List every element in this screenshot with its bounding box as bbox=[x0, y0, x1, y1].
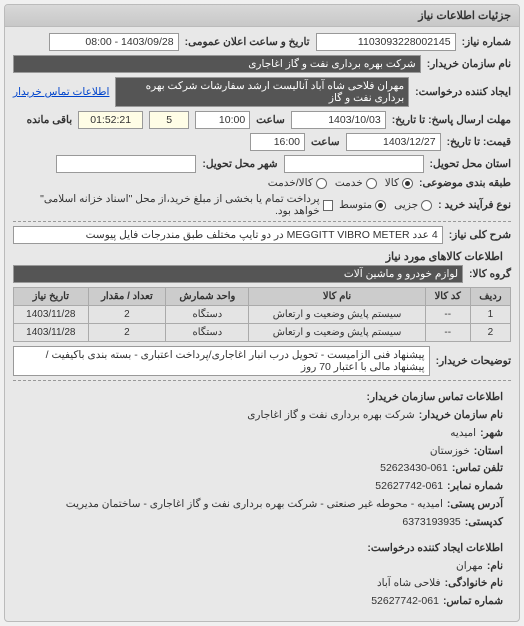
delivery-province-label: استان محل تحویل: bbox=[430, 158, 511, 170]
public-notice-value: 1403/09/28 - 08:00 bbox=[49, 33, 179, 51]
col-row: ردیف bbox=[470, 288, 510, 306]
buyer-notes-label: توضیحات خریدار: bbox=[436, 355, 511, 367]
buyer-name-value: شرکت بهره برداری نفت و گاز اغاجاری bbox=[13, 55, 421, 73]
deadline-date[interactable]: 1403/10/03 bbox=[291, 111, 386, 129]
radio-on-icon bbox=[402, 178, 413, 189]
col-unit: واحد شمارش bbox=[166, 288, 249, 306]
need-summary-label: شرح کلی نیاز: bbox=[449, 229, 511, 241]
requester-contact-title: اطلاعات ایجاد کننده درخواست: bbox=[21, 540, 503, 558]
delivery-city-value bbox=[56, 155, 196, 173]
radio-off-icon bbox=[421, 200, 432, 211]
col-date: تاریخ نیاز bbox=[14, 288, 89, 306]
table-row[interactable]: 2 -- سیستم پایش وضعیت و ارتعاش دستگاه 2 … bbox=[14, 324, 511, 342]
process-type-group: جزیی متوسط bbox=[339, 199, 432, 211]
radio-off-icon bbox=[316, 178, 327, 189]
category-group: کالا خدمت کالا/خدمت bbox=[268, 177, 413, 189]
requester-contact-block: اطلاعات ایجاد کننده درخواست: نام:مهران ن… bbox=[13, 536, 511, 615]
valid-until-time[interactable]: 16:00 bbox=[250, 133, 305, 151]
need-no-value: 1103093228002145 bbox=[316, 33, 456, 51]
valid-until-time-label: ساعت bbox=[311, 136, 340, 148]
radio-partial[interactable]: جزیی bbox=[394, 199, 432, 211]
buyer-name-label: نام سازمان خریدار: bbox=[427, 58, 511, 70]
delivery-province-value bbox=[284, 155, 424, 173]
checkbox-icon bbox=[323, 200, 333, 211]
radio-goods[interactable]: کالا bbox=[385, 177, 413, 189]
requester-label: ایجاد کننده درخواست: bbox=[415, 86, 511, 98]
remaining-time: 01:52:21 bbox=[78, 111, 143, 129]
buyer-contact-block: اطلاعات تماس سازمان خریدار: نام سازمان خ… bbox=[13, 385, 511, 536]
payment-check[interactable]: پرداخت تمام یا بخشی از مبلغ خرید،از محل … bbox=[13, 193, 333, 217]
buyer-contact-title: اطلاعات تماس سازمان خریدار: bbox=[21, 389, 503, 407]
need-no-label: شماره نیاز: bbox=[462, 36, 511, 48]
buyer-contact-button[interactable]: اطلاعات تماس خریدار bbox=[13, 86, 109, 98]
panel-title: جزئیات اطلاعات نیاز bbox=[5, 5, 519, 27]
deadline-label: مهلت ارسال پاسخ: تا تاریخ: bbox=[392, 114, 511, 126]
items-table: ردیف کد کالا نام کالا واحد شمارش تعداد /… bbox=[13, 287, 511, 342]
col-qty: تعداد / مقدار bbox=[88, 288, 166, 306]
category-label: طبقه بندی موضوعی: bbox=[419, 177, 511, 189]
deadline-time-label: ساعت bbox=[256, 114, 285, 126]
radio-off-icon bbox=[366, 178, 377, 189]
radio-medium[interactable]: متوسط bbox=[339, 199, 386, 211]
radio-service[interactable]: خدمت bbox=[335, 177, 377, 189]
goods-group-value: لوازم خودرو و ماشین آلات bbox=[13, 265, 463, 283]
radio-goods-service[interactable]: کالا/خدمت bbox=[268, 177, 327, 189]
buyer-notes-value: پیشنهاد فنی الزامیست - تحویل درب انبار ا… bbox=[13, 346, 430, 376]
valid-until-label: قیمت: تا تاریخ: bbox=[447, 136, 511, 148]
remaining-days: 5 bbox=[149, 111, 189, 129]
need-summary-value: 4 عدد MEGGITT VIBRO METER در دو تایپ مخت… bbox=[13, 226, 443, 244]
radio-on-icon bbox=[375, 200, 386, 211]
goods-group-label: گروه کالا: bbox=[469, 268, 511, 280]
public-notice-label: تاریخ و ساعت اعلان عمومی: bbox=[185, 36, 310, 48]
remaining-label: باقی مانده bbox=[27, 114, 73, 126]
requester-value: مهران فلاحی شاه آباد آنالیست ارشد سفارشا… bbox=[115, 77, 409, 107]
col-name: نام کالا bbox=[249, 288, 425, 306]
delivery-city-label: شهر محل تحویل: bbox=[202, 158, 277, 170]
deadline-time[interactable]: 10:00 bbox=[195, 111, 250, 129]
table-row[interactable]: 1 -- سیستم پایش وضعیت و ارتعاش دستگاه 2 … bbox=[14, 306, 511, 324]
need-detail-panel: جزئیات اطلاعات نیاز شماره نیاز: 11030932… bbox=[4, 4, 520, 622]
process-type-label: نوع فرآیند خرید : bbox=[438, 199, 511, 211]
valid-until-date[interactable]: 1403/12/27 bbox=[346, 133, 441, 151]
col-code: کد کالا bbox=[425, 288, 470, 306]
need-items-title: اطلاعات کالاهای مورد نیاز bbox=[21, 250, 503, 263]
